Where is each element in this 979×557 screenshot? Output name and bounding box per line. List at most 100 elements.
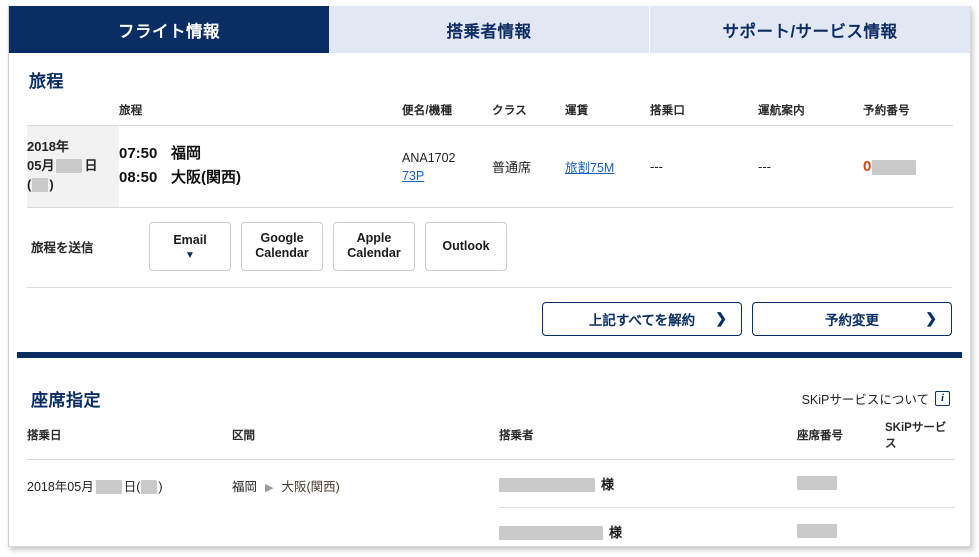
itinerary-section: 旅程 旅程 便名/機種 クラス 運賃 搭乗口 運航案内 予約番号 2018年 0…	[9, 53, 970, 352]
page-root: フライト情報 搭乗者情報 サポート/サービス情報 旅程 旅程 便名/機種 クラス…	[0, 0, 979, 557]
itinerary-gate-cell: ---	[650, 125, 758, 208]
chevron-right-icon: ❯	[925, 310, 937, 327]
itinerary-row: 2018年 05月 日 () 07:50 福岡 08:50 大阪(関西) ANA1…	[27, 125, 953, 208]
seat-col-skip-service: SKiPサービス	[885, 416, 955, 460]
cancel-all-label: 上記すべてを解約	[588, 312, 696, 328]
seat-row-first: 2018年05月 日() 福岡 ▶ 大阪(関西) 様	[27, 459, 955, 508]
chevron-right-icon: ❯	[715, 310, 727, 327]
send-itinerary-row: 旅程を送信 Email ▼ Google Calendar Apple Cale…	[27, 208, 952, 288]
itinerary-col-spacer	[27, 102, 119, 126]
seat-col-board-date: 搭乗日	[27, 416, 232, 460]
itinerary-col-gate: 搭乗口	[650, 102, 758, 126]
itinerary-col-booking-number: 予約番号	[863, 102, 953, 126]
send-email-label: Email	[173, 233, 207, 248]
seat-skip-cell	[885, 459, 955, 508]
tab-flight-info[interactable]: フライト情報	[9, 6, 329, 53]
send-apple-calendar-label-line1: Apple	[356, 231, 392, 246]
itinerary-class-cell: 普通席	[492, 125, 565, 208]
send-email-button[interactable]: Email ▼	[149, 221, 231, 271]
redacted-seat-number	[797, 524, 837, 539]
itinerary-actions: 上記すべてを解約 ❯ 予約変更 ❯	[27, 288, 952, 352]
seat-passenger-cell: 様	[499, 507, 797, 546]
send-google-calendar-button[interactable]: Google Calendar	[241, 221, 323, 271]
itinerary-col-operation: 運航案内	[758, 102, 863, 126]
itinerary-col-fare: 運賃	[565, 102, 650, 126]
redacted-seat-day	[95, 480, 122, 495]
cancel-all-button[interactable]: 上記すべてを解約 ❯	[542, 301, 742, 336]
booking-number-prefix: 0	[863, 157, 872, 175]
seat-section-header: 座席指定 SKiPサービスについて i	[27, 358, 952, 417]
send-google-calendar-label-line1: Google	[260, 231, 304, 246]
itinerary-route-cell: 07:50 福岡 08:50 大阪(関西)	[119, 125, 402, 208]
itinerary-arrive-time: 08:50	[119, 169, 158, 187]
redacted-passenger-name	[499, 526, 603, 541]
passenger-honorific: 様	[609, 524, 623, 540]
tab-passenger-info-label: 搭乗者情報	[446, 22, 532, 41]
itinerary-operation-cell: ---	[758, 125, 863, 208]
redacted-seat-number	[797, 476, 837, 491]
tab-flight-info-label: フライト情報	[118, 22, 220, 41]
itinerary-depart-leg: 07:50 福岡	[119, 142, 402, 167]
redacted-day	[56, 159, 83, 174]
seat-col-seat-number: 座席番号	[797, 416, 885, 460]
send-google-calendar-label-line2: Calendar	[255, 246, 309, 261]
passenger-honorific: 様	[601, 476, 615, 492]
itinerary-flight-cell: ANA1702 73P	[402, 125, 492, 208]
itinerary-fare-cell: 旅割75M	[565, 125, 650, 208]
tab-support-service-info-label: サポート/サービス情報	[722, 22, 898, 41]
tab-passenger-info[interactable]: 搭乗者情報	[329, 6, 649, 53]
itinerary-title: 旅程	[29, 72, 64, 91]
itinerary-col-class: クラス	[492, 102, 565, 126]
itinerary-depart-time: 07:50	[119, 144, 158, 162]
seat-number-cell[interactable]	[797, 507, 885, 546]
seat-segment-cell: 福岡 ▶ 大阪(関西)	[232, 459, 499, 546]
send-apple-calendar-label-line2: Calendar	[347, 246, 401, 261]
send-apple-calendar-button[interactable]: Apple Calendar	[333, 221, 415, 271]
itinerary-fare-link[interactable]: 旅割75M	[565, 161, 614, 175]
seat-col-passenger: 搭乗者	[499, 416, 797, 460]
itinerary-header-row: 旅程 便名/機種 クラス 運賃 搭乗口 運航案内 予約番号	[27, 102, 953, 126]
content-frame: フライト情報 搭乗者情報 サポート/サービス情報 旅程 旅程 便名/機種 クラス…	[8, 6, 971, 547]
seat-dow-close: )	[158, 479, 163, 494]
skip-service-label: SKiPサービスについて	[801, 392, 929, 407]
seat-skip-cell	[885, 507, 955, 546]
arrow-right-icon: ▶	[265, 481, 274, 494]
itinerary-date-cell: 2018年 05月 日 ()	[27, 125, 119, 208]
send-outlook-label: Outlook	[442, 238, 490, 253]
change-booking-button[interactable]: 予約変更 ❯	[752, 301, 952, 336]
itinerary-col-flight: 便名/機種	[402, 102, 492, 126]
itinerary-booking-number-cell: 0	[863, 125, 953, 208]
seat-header-row: 搭乗日 区間 搭乗者 座席番号 SKiPサービス	[27, 416, 955, 460]
redacted-dow	[32, 178, 49, 193]
redacted-seat-dow	[141, 480, 158, 495]
itinerary-flight-number: ANA1702	[402, 151, 456, 166]
itinerary-arrive-leg: 08:50 大阪(関西)	[119, 166, 402, 191]
chevron-down-icon: ▼	[185, 250, 195, 262]
itinerary-date-day-suffix: 日	[84, 157, 98, 173]
itinerary-depart-city: 福岡	[171, 144, 202, 162]
tab-bar: フライト情報 搭乗者情報 サポート/サービス情報	[9, 6, 970, 53]
itinerary-dow-open: (	[27, 176, 32, 192]
seat-col-segment: 区間	[232, 416, 499, 460]
itinerary-date-year: 2018年	[27, 139, 69, 154]
redacted-booking-number	[872, 159, 917, 175]
send-outlook-button[interactable]: Outlook	[425, 221, 507, 271]
itinerary-dow-close: )	[49, 176, 54, 192]
itinerary-aircraft-link[interactable]: 73P	[402, 169, 424, 183]
seat-date-prefix: 2018年05月	[27, 479, 94, 494]
seat-dow-open: (	[136, 479, 141, 494]
itinerary-date-month: 05月	[27, 157, 55, 173]
info-icon[interactable]: i	[935, 390, 950, 406]
itinerary-arrive-city: 大阪(関西)	[171, 169, 241, 187]
skip-service-link[interactable]: SKiPサービスについて i	[802, 389, 950, 411]
seat-passenger-cell: 様	[499, 459, 797, 508]
seat-number-cell[interactable]	[797, 459, 885, 508]
redacted-passenger-name	[499, 478, 595, 493]
seat-selection-section: 座席指定 SKiPサービスについて i 搭乗日 区間 搭乗者 座席番号 SKiP…	[9, 358, 970, 546]
tab-support-service-info[interactable]: サポート/サービス情報	[649, 6, 970, 53]
seat-date-day-suffix: 日	[123, 479, 137, 494]
send-itinerary-label: 旅程を送信	[31, 240, 94, 255]
itinerary-table: 旅程 便名/機種 クラス 運賃 搭乗口 運航案内 予約番号 2018年 05月 日	[27, 102, 953, 208]
seat-table: 搭乗日 区間 搭乗者 座席番号 SKiPサービス 2018年05月 日() 福岡 ▶…	[27, 416, 955, 546]
seat-board-date-cell: 2018年05月 日()	[27, 459, 232, 546]
